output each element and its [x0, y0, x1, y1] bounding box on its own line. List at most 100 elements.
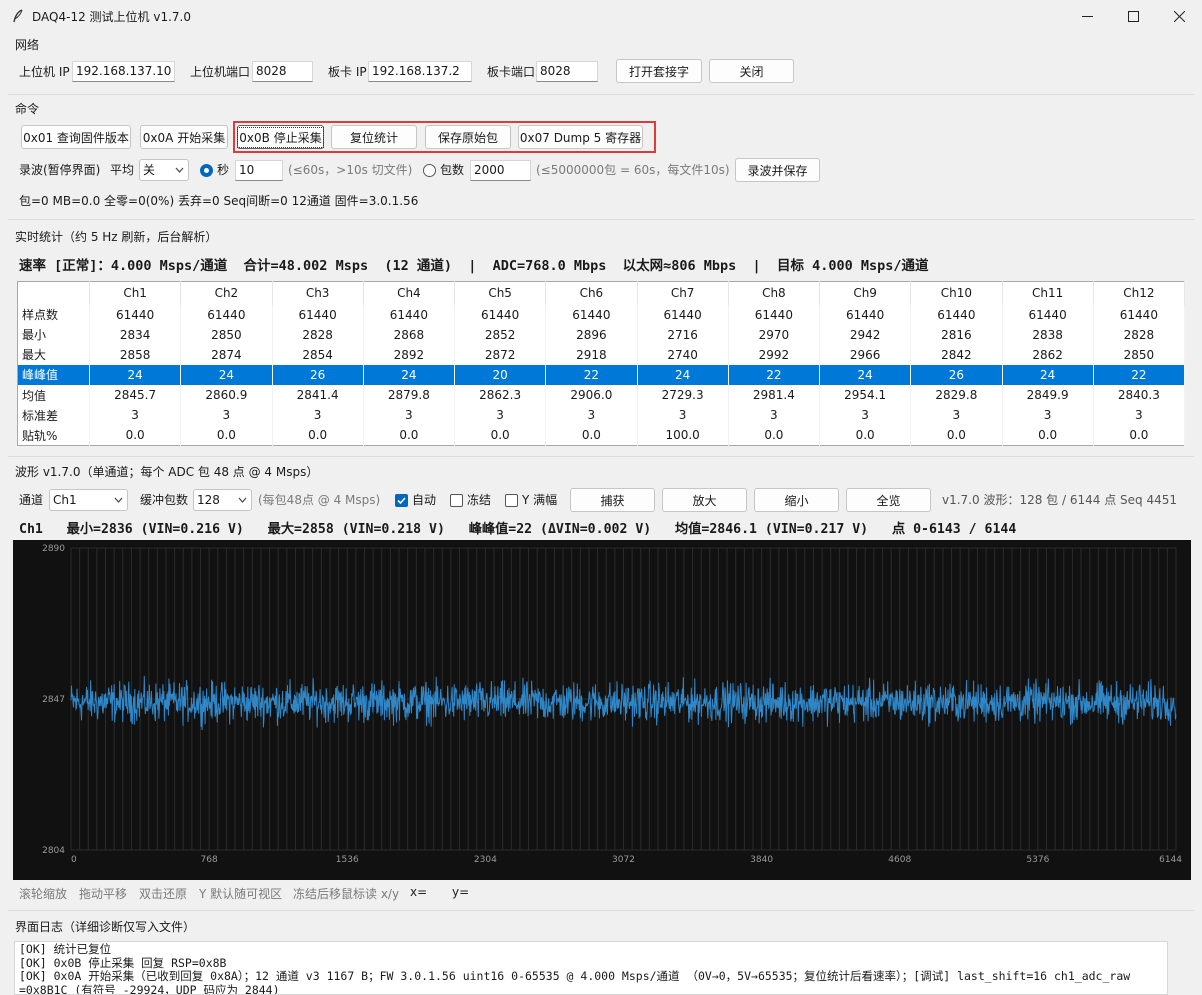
- table-cell: 61440: [89, 304, 182, 325]
- capture-button[interactable]: 捕获: [570, 488, 655, 512]
- start-acquisition-label: 0x0A 开始采集: [142, 130, 226, 145]
- table-cell: 2842: [910, 344, 1003, 365]
- maximize-icon[interactable]: [1110, 0, 1156, 32]
- row-label: 均值: [17, 385, 90, 406]
- table-row[interactable]: 样点数 61440 61440 61440 61440 61440 61440 61440 61…: [17, 304, 1186, 325]
- buffer-select[interactable]: 128: [193, 489, 252, 511]
- column-header[interactable]: Ch10: [910, 281, 1003, 305]
- buffer-label: 缓冲包数: [140, 493, 189, 507]
- table-cell: 100.0: [637, 425, 729, 446]
- table-cell: 0.0: [180, 425, 273, 446]
- average-select[interactable]: 关: [139, 159, 189, 181]
- packets-field[interactable]: 2000: [470, 160, 531, 181]
- x-tick-label: 2304: [474, 855, 497, 865]
- column-header[interactable]: Ch1: [89, 281, 182, 305]
- table-cell: 3: [1002, 405, 1094, 426]
- record-label: 录波(暂停界面): [19, 163, 101, 177]
- table-cell: 2918: [545, 344, 638, 365]
- table-row[interactable]: 最小 2834 2850 2828 2868 2852 2896 2716 2970 2942 28…: [17, 324, 1186, 345]
- row-label: 样点数: [17, 304, 90, 325]
- zoom-in-label: 放大: [692, 493, 717, 508]
- table-cell: 2854: [272, 344, 364, 365]
- table-row[interactable]: 峰峰值 24 24 26 24 20 22 24 22 24 26 24 22: [17, 364, 1186, 386]
- column-header[interactable]: Ch8: [728, 281, 821, 305]
- column-header[interactable]: Ch6: [545, 281, 638, 305]
- table-cell: 2874: [180, 344, 273, 365]
- host-port-label: 上位机端口: [190, 65, 251, 79]
- minimize-icon[interactable]: [1064, 0, 1110, 32]
- auto-checkbox[interactable]: [395, 494, 408, 507]
- board-port-field[interactable]: 8028: [536, 61, 598, 82]
- overview-button[interactable]: 全览: [846, 488, 931, 512]
- query-firmware-button[interactable]: 0x01 查询固件版本: [21, 125, 131, 149]
- log-textbox[interactable]: [OK] 统计已复位 [OK] 0x0B 停止采集 回复 RSP=0x8B [OK]…: [14, 941, 1168, 995]
- table-cell: 2942: [819, 324, 912, 345]
- row-label: 最大: [17, 344, 90, 365]
- zoom-out-label: 缩小: [784, 493, 809, 508]
- seconds-field[interactable]: 10: [235, 160, 283, 181]
- table-cell: 2906.0: [545, 385, 638, 406]
- column-header[interactable]: Ch12: [1093, 281, 1186, 305]
- log-line: [OK] 统计已复位: [19, 942, 112, 956]
- table-cell: 22: [728, 364, 821, 386]
- x-tick-label: 6144: [1159, 855, 1182, 865]
- seconds-radio[interactable]: [200, 164, 213, 177]
- host-ip-field[interactable]: 192.168.137.10: [72, 61, 175, 82]
- column-header[interactable]: [17, 281, 90, 305]
- packets-label: 包数: [440, 163, 465, 177]
- record-save-label: 录波并保存: [747, 163, 808, 178]
- start-acquisition-button[interactable]: 0x0A 开始采集: [140, 125, 228, 149]
- table-cell: 2850: [180, 324, 273, 345]
- divider: [8, 94, 1194, 95]
- column-header[interactable]: Ch11: [1002, 281, 1094, 305]
- host-port-field[interactable]: 8028: [252, 61, 313, 82]
- record-save-button[interactable]: 录波并保存: [735, 158, 820, 182]
- open-socket-button[interactable]: 打开套接字: [616, 59, 702, 83]
- column-header[interactable]: Ch7: [637, 281, 729, 305]
- table-row[interactable]: 标准差 3 3 3 3 3 3 3 3 3 3 3 3: [17, 405, 1186, 426]
- column-header[interactable]: Ch3: [272, 281, 364, 305]
- table-cell: 2954.1: [819, 385, 912, 406]
- packets-radio[interactable]: [423, 164, 436, 177]
- table-cell: 2860.9: [180, 385, 273, 406]
- table-cell: 20: [454, 364, 547, 386]
- packet-status-line: 包=0 MB=0.0 全零=0(0%) 丢弃=0 Seq间断=0 12通道 固件…: [19, 194, 419, 208]
- x-tick-label: 5376: [1026, 855, 1049, 865]
- command-section-label: 命令: [15, 102, 40, 116]
- column-header[interactable]: Ch4: [363, 281, 456, 305]
- waveform-plot[interactable]: 2890 2847 2804 0 768 1536 2304 3072 3840 4608 5376…: [13, 540, 1191, 880]
- table-cell: 2970: [728, 324, 821, 345]
- table-row[interactable]: 最大 2858 2874 2854 2892 2872 2918 2740 2992 2966 28…: [17, 344, 1186, 365]
- seconds-label: 秒: [217, 163, 230, 177]
- table-header-row: Ch1 Ch2 Ch3 Ch4 Ch5 Ch6 Ch7 Ch8 Ch9 Ch10…: [17, 281, 1186, 305]
- column-header[interactable]: Ch2: [180, 281, 273, 305]
- zoom-in-button[interactable]: 放大: [662, 488, 747, 512]
- channel-select[interactable]: Ch1: [49, 489, 128, 511]
- column-header[interactable]: Ch9: [819, 281, 912, 305]
- table-cell: 2879.8: [363, 385, 456, 406]
- query-firmware-label: 0x01 查询固件版本: [23, 130, 129, 145]
- table-cell: 0.0: [272, 425, 364, 446]
- table-cell: 3: [728, 405, 821, 426]
- y-full-checkbox[interactable]: [505, 494, 518, 507]
- overview-label: 全览: [876, 493, 901, 508]
- close-socket-button[interactable]: 关闭: [709, 59, 794, 83]
- board-ip-label: 板卡 IP: [328, 65, 367, 79]
- table-cell: 2716: [637, 324, 729, 345]
- table-cell: 61440: [272, 304, 364, 325]
- zoom-out-button[interactable]: 缩小: [754, 488, 839, 512]
- table-cell: 2849.9: [1002, 385, 1094, 406]
- x-tick-label: 4608: [888, 855, 911, 865]
- board-ip-field[interactable]: 192.168.137.2: [368, 61, 472, 82]
- waveform-info: v1.7.0 波形：128 包 / 6144 点 Seq 4451: [942, 493, 1177, 507]
- table-row[interactable]: 均值 2845.7 2860.9 2841.4 2879.8 2862.3 2906.0 27…: [17, 385, 1186, 406]
- table-cell: 22: [1093, 364, 1186, 386]
- table-row[interactable]: 贴轨% 0.0 0.0 0.0 0.0 0.0 0.0 100.0 0.0 0.0 0.0 0.0 0.…: [17, 425, 1186, 446]
- freeze-checkbox[interactable]: [450, 494, 463, 507]
- table-cell: 2896: [545, 324, 638, 345]
- close-icon[interactable]: [1156, 0, 1202, 32]
- column-header[interactable]: Ch5: [454, 281, 547, 305]
- log-scrollbar[interactable]: [1168, 941, 1188, 995]
- row-label: 贴轨%: [17, 425, 90, 446]
- buffer-value: 128: [197, 493, 220, 507]
